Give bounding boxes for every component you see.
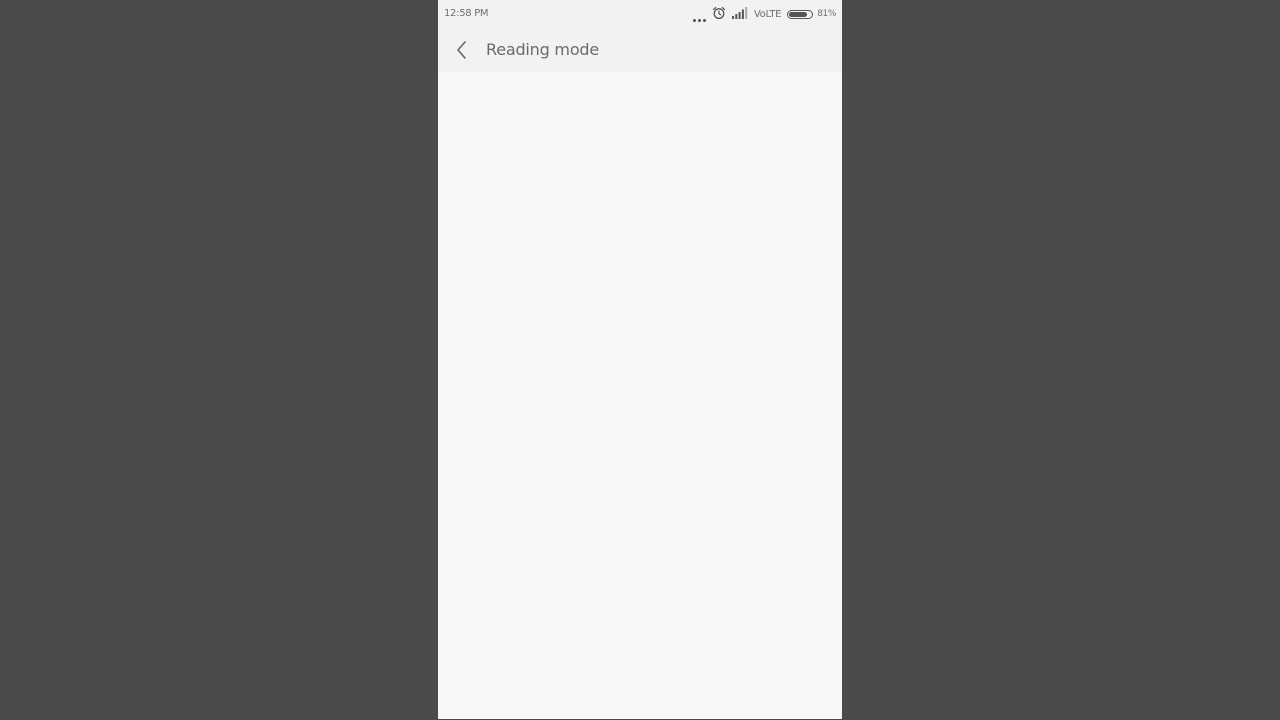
status-time: 12:58 PM [444, 8, 489, 19]
back-button[interactable] [450, 38, 474, 62]
network-label: VoLTE [753, 8, 782, 20]
action-bar: Reading mode [438, 28, 842, 72]
chevron-left-icon [457, 41, 466, 59]
status-icons: VoLTE 81% [692, 5, 836, 23]
page-title: Reading mode [486, 40, 600, 59]
phone-screen: 12:58 PM VoLTE 81% Reading mode [438, 0, 842, 719]
alarm-icon [712, 6, 726, 23]
content-area [438, 72, 842, 719]
battery-fill [789, 11, 807, 17]
battery-icon [787, 9, 814, 19]
signal-icon [731, 6, 748, 22]
status-bar: 12:58 PM VoLTE 81% [438, 0, 842, 28]
more-dots-icon [692, 6, 706, 22]
battery-percent: 81% [817, 9, 836, 19]
battery-indicator: 81% [787, 9, 836, 19]
